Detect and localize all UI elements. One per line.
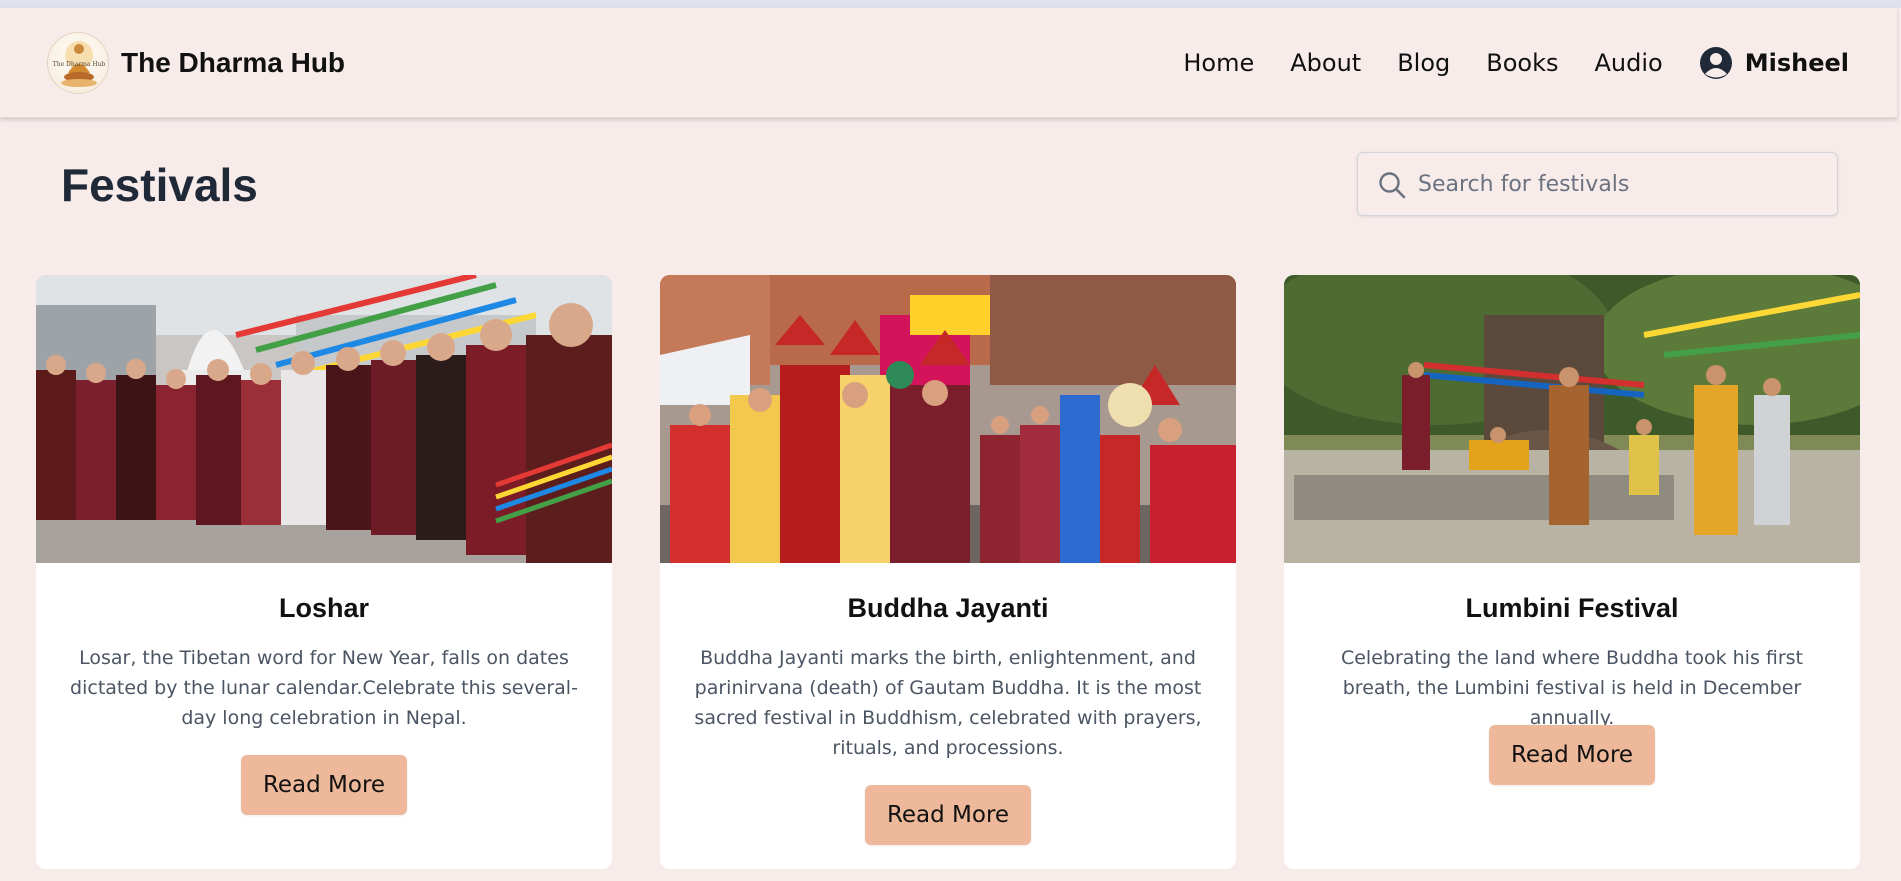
search-box[interactable] [1357,152,1838,216]
card-description: Celebrating the land where Buddha took h… [1340,647,1804,729]
search-input[interactable] [1418,153,1828,215]
nav-blog[interactable]: Blog [1397,49,1450,77]
buddha-jayanti-photo [660,275,1236,563]
nav-home[interactable]: Home [1183,49,1254,77]
read-more-button[interactable]: Read More [1489,725,1655,785]
navbar: The Dharma Hub The Dharma Hub Home About… [0,8,1897,118]
read-more-button[interactable]: Read More [241,755,407,815]
read-more-button[interactable]: Read More [865,785,1031,845]
brand-name[interactable]: The Dharma Hub [121,47,345,79]
buddha-logo-icon: The Dharma Hub [47,32,109,94]
card-description: Losar, the Tibetan word for New Year, fa… [70,647,578,729]
festival-card-loshar: Loshar Losar, the Tibetan word for New Y… [36,275,612,869]
main-nav: Home About Blog Books Audio Misheel [1183,46,1849,80]
brand[interactable]: The Dharma Hub The Dharma Hub [47,32,345,94]
card-title: Lumbini Festival [1465,593,1679,623]
card-title: Buddha Jayanti [847,593,1049,623]
logo-text: The Dharma Hub [52,61,106,68]
nav-audio[interactable]: Audio [1595,49,1663,77]
lumbini-photo [1284,275,1860,563]
user-name[interactable]: Misheel [1745,49,1849,77]
browser-top-strip [0,0,1901,8]
user-menu[interactable]: Misheel [1699,46,1849,80]
festival-card-lumbini: Lumbini Festival Celebrating the land wh… [1284,275,1860,869]
loshar-photo [36,275,612,563]
user-circle-icon [1699,47,1732,79]
nav-about[interactable]: About [1290,49,1361,77]
card-description: Buddha Jayanti marks the birth, enlighte… [694,647,1202,759]
search-icon [1379,172,1406,199]
nav-books[interactable]: Books [1486,49,1558,77]
page-title: Festivals [61,159,258,211]
card-title: Loshar [278,593,370,623]
festival-card-buddha-jayanti: Buddha Jayanti Buddha Jayanti marks the … [660,275,1236,869]
